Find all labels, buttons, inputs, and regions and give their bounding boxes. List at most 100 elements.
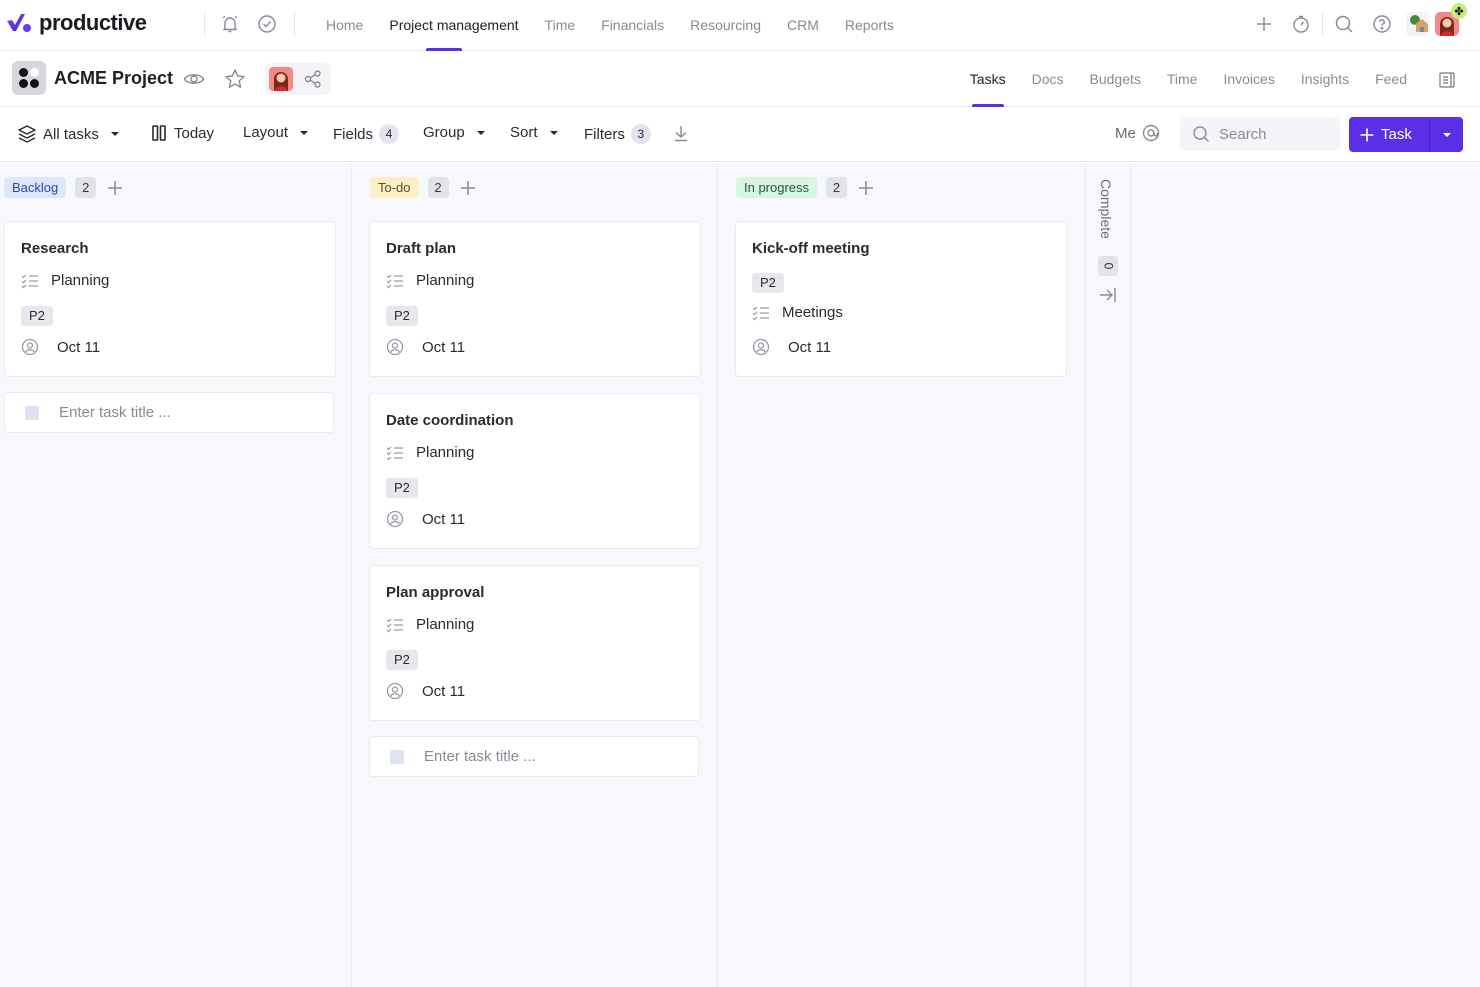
tab-insights[interactable]: Insights (1288, 52, 1362, 107)
task-title: Research (21, 240, 89, 257)
chevron-down-icon (476, 130, 485, 135)
nav-reports[interactable]: Reports (832, 0, 907, 51)
today-label: Today (174, 124, 215, 142)
task-list-name: Planning (416, 272, 475, 289)
task-card[interactable]: Plan approval Planning P2 Oct 11 (369, 565, 701, 721)
nav-resourcing[interactable]: Resourcing (677, 0, 774, 51)
project-header: ACME Project Tasks Docs Budgets Time Inv… (0, 52, 1480, 107)
task-card[interactable]: Research Planning P2 Oct 11 (4, 221, 336, 377)
download-icon[interactable] (671, 123, 691, 143)
column-count: 2 (826, 177, 848, 198)
bell-icon[interactable] (219, 13, 241, 35)
task-title: Date coordination (386, 412, 514, 429)
sort-dropdown[interactable]: Sort (510, 124, 558, 141)
task-card[interactable]: Date coordination Planning P2 Oct 11 (369, 393, 701, 549)
nav-time[interactable]: Time (532, 0, 589, 51)
task-due-date: Oct 11 (422, 338, 466, 356)
plus-icon (1360, 128, 1374, 141)
me-filter-button[interactable]: Me (1115, 124, 1160, 142)
new-task-input[interactable] (59, 404, 319, 421)
add-task-button[interactable]: Task (1349, 117, 1430, 152)
filters-label: Filters (584, 125, 625, 143)
workspace-icon[interactable] (1406, 12, 1430, 36)
plus-icon[interactable] (458, 178, 478, 198)
fields-button[interactable]: Fields 4 (333, 124, 400, 144)
new-task-input[interactable] (424, 748, 684, 765)
task-date-row: Oct 11 (21, 338, 100, 356)
task-date-row: Oct 11 (386, 338, 465, 356)
column-header: To-do 2 (370, 177, 478, 198)
help-icon[interactable] (1371, 13, 1393, 35)
eye-icon[interactable] (182, 67, 206, 91)
assignee-icon (386, 510, 408, 528)
task-title: Draft plan (386, 240, 457, 257)
column-count-value: 0 (1101, 262, 1115, 270)
chevron-down-icon (549, 130, 558, 135)
new-task-row (369, 736, 699, 777)
add-task-dropdown[interactable] (1430, 117, 1463, 152)
new-task-row (4, 392, 334, 433)
layout-dropdown[interactable]: Layout (243, 124, 309, 141)
filters-button[interactable]: Filters 3 (584, 124, 651, 144)
tab-feed[interactable]: Feed (1362, 52, 1420, 107)
expand-column-icon[interactable] (1098, 285, 1118, 305)
group-label: Group (423, 124, 465, 141)
priority-badge: P2 (386, 306, 418, 326)
search-icon (1193, 126, 1209, 142)
board-column-complete-collapsed[interactable]: Complete 0 (1085, 163, 1131, 987)
priority-badge: P2 (386, 650, 418, 670)
today-button[interactable]: Today (150, 124, 214, 142)
nav-crm[interactable]: CRM (774, 0, 832, 51)
columns-icon (152, 125, 166, 141)
checklist-icon (386, 273, 408, 289)
project-title[interactable]: ACME Project (54, 68, 173, 89)
search-icon[interactable] (1333, 13, 1355, 35)
tab-tasks[interactable]: Tasks (957, 52, 1019, 107)
task-list-name: Meetings (782, 304, 843, 321)
column-count: 2 (427, 177, 449, 198)
star-icon[interactable] (223, 67, 247, 91)
task-title: Plan approval (386, 584, 485, 601)
task-list-row: Planning (21, 272, 109, 289)
filters-count-badge: 3 (630, 124, 651, 144)
main-nav: Home Project management Time Financials … (313, 0, 907, 51)
group-dropdown[interactable]: Group (423, 124, 485, 141)
plus-icon[interactable] (856, 178, 876, 198)
task-list-row: Planning (386, 444, 474, 461)
stopwatch-icon[interactable] (1290, 13, 1312, 35)
task-due-date: Oct 11 (57, 338, 101, 356)
nav-project-management[interactable]: Project management (376, 0, 531, 51)
tab-budgets[interactable]: Budgets (1077, 52, 1154, 107)
side-panel-icon[interactable] (1435, 68, 1459, 92)
checklist-icon (752, 305, 774, 321)
column-count: 2 (75, 177, 97, 198)
member-avatar[interactable] (269, 67, 293, 91)
tab-time[interactable]: Time (1154, 52, 1211, 107)
plus-icon[interactable] (105, 178, 125, 198)
status-tag: Backlog (4, 177, 67, 198)
plus-icon[interactable] (1253, 13, 1275, 35)
me-label: Me (1115, 124, 1136, 142)
project-tabs: Tasks Docs Budgets Time Invoices Insight… (957, 52, 1420, 107)
tab-docs[interactable]: Docs (1019, 52, 1077, 107)
nav-financials[interactable]: Financials (588, 0, 677, 51)
layout-label: Layout (243, 124, 289, 141)
project-logo-icon (12, 61, 46, 95)
check-circle-icon[interactable] (256, 13, 278, 35)
sort-label: Sort (510, 124, 538, 141)
all-tasks-dropdown[interactable]: All tasks (17, 124, 119, 144)
priority-badge: P2 (21, 306, 53, 326)
task-card[interactable]: Kick-off meeting P2 Meetings Oct 11 (735, 221, 1067, 377)
task-title: Kick-off meeting (752, 240, 870, 257)
task-card[interactable]: Draft plan Planning P2 Oct 11 (369, 221, 701, 377)
board-column-todo: To-do 2 Draft plan Planning P2 Oct 11 Da… (352, 163, 718, 987)
nav-home[interactable]: Home (313, 0, 376, 51)
status-tag: To-do (370, 177, 419, 198)
app-logo[interactable]: productive (6, 10, 147, 36)
tab-invoices[interactable]: Invoices (1210, 52, 1287, 107)
priority-badge: P2 (386, 478, 418, 498)
all-tasks-label: All tasks (43, 125, 99, 143)
share-icon[interactable] (303, 69, 323, 89)
checklist-icon (386, 617, 408, 633)
search-input[interactable] (1219, 125, 1329, 143)
